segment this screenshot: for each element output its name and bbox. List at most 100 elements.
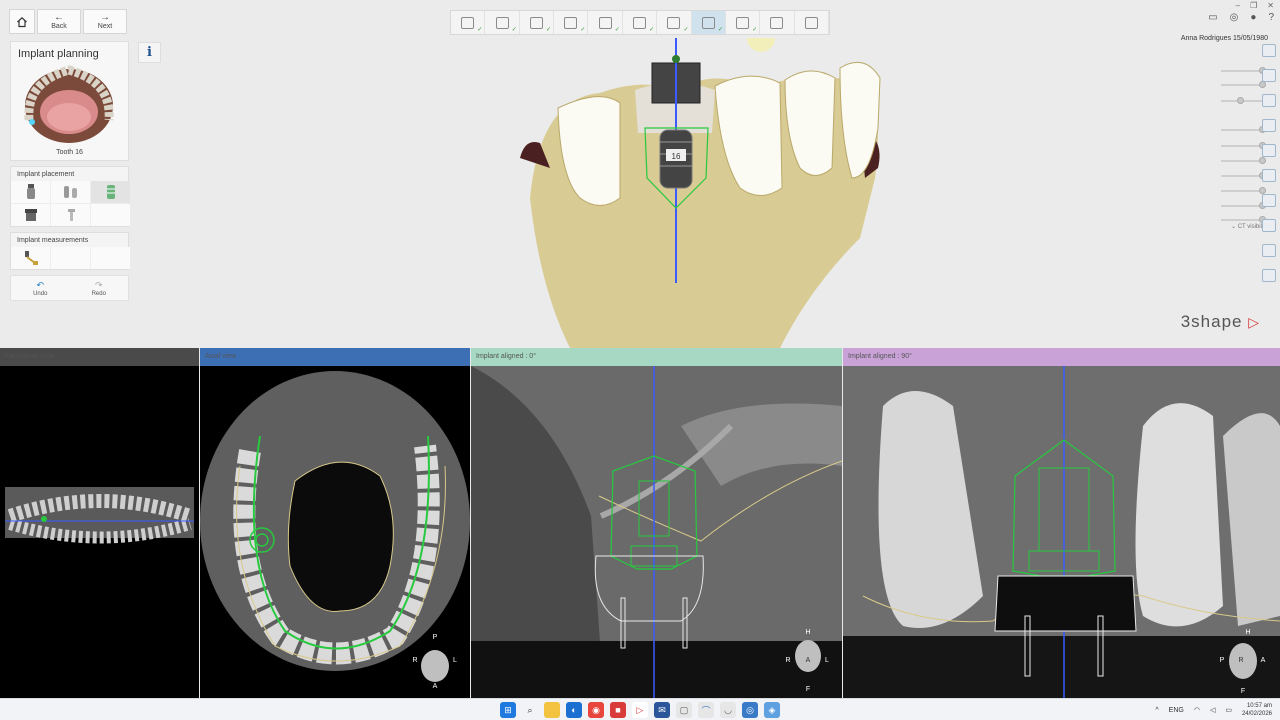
taskbar: ⊞ ⌕ ◐ ◉ ■ ▷ ✉ ▢ ⌒ ◡ ◎ ◈ ^ ENG ◠ ◁ ▭ 10:5…	[0, 698, 1280, 720]
patient-info: Anna Rodrigues 15/05/1980	[1180, 35, 1268, 42]
abutment-tool[interactable]	[11, 204, 50, 226]
speaker-icon[interactable]: ◁	[1210, 706, 1215, 714]
home-button[interactable]	[9, 9, 35, 34]
view-buttons	[1262, 44, 1276, 282]
step-segmentation[interactable]: ✓	[520, 11, 555, 34]
battery-icon[interactable]: ▭	[1225, 706, 1232, 714]
implant-aligned-90-view[interactable]: Implant aligned : 90° H P A R F	[843, 348, 1280, 698]
undo-button[interactable]: ↶ Undo	[33, 280, 47, 297]
3d-implant-view[interactable]: 16	[480, 38, 900, 348]
redo-label: Redo	[91, 290, 106, 297]
panoramic-image[interactable]	[0, 366, 199, 698]
screen-icon[interactable]: ▭	[1208, 12, 1217, 23]
slider-knob[interactable]	[1237, 97, 1244, 104]
view-top-button[interactable]	[1262, 144, 1276, 157]
chevron-up-icon[interactable]: ^	[1155, 707, 1158, 714]
implant-aligned-0-view[interactable]: Implant aligned : 0° H R L A F	[471, 348, 842, 698]
anchor-pin-tool[interactable]	[51, 204, 90, 226]
aligned-90-image[interactable]: H P A R F	[843, 366, 1280, 698]
step-scan-import[interactable]: ✓	[485, 11, 520, 34]
jaw-thumbnail[interactable]	[11, 62, 128, 144]
implant-planning-icon	[701, 16, 715, 29]
outlook-icon[interactable]: ✉	[654, 702, 670, 718]
top-right-icons: ▭ ◎ ● ?	[1208, 12, 1274, 23]
dental-system-icon[interactable]: ◈	[764, 702, 780, 718]
language-indicator[interactable]: ENG	[1169, 707, 1184, 714]
check-icon: ✓	[477, 27, 483, 33]
multi-implant-tool[interactable]	[51, 181, 90, 203]
panoramic-header: Panoramic view	[0, 348, 199, 366]
implant-measurements-title: Implant measurements	[11, 233, 128, 247]
view-bottom-button[interactable]	[1262, 169, 1276, 182]
undo-label: Undo	[33, 290, 48, 297]
start-icon[interactable]: ⊞	[500, 702, 516, 718]
view-front-button[interactable]	[1262, 44, 1276, 57]
view-occlusal-button[interactable]	[1262, 194, 1276, 207]
step-nerve-marking[interactable]: ✓	[623, 11, 658, 34]
axial-image[interactable]: P R L A	[200, 366, 470, 698]
snapshot-button[interactable]	[1262, 244, 1276, 257]
next-button[interactable]: → Next	[83, 9, 127, 34]
implant-studio-icon[interactable]: ◎	[742, 702, 758, 718]
segmentation-icon	[529, 16, 543, 29]
clock[interactable]: 10:57 am 24/02/2026	[1242, 702, 1272, 718]
edge-icon[interactable]: ◐	[566, 702, 582, 718]
step-guide-design[interactable]: ✓	[726, 11, 761, 34]
implant-measurements-card: Implant measurements	[10, 232, 130, 270]
place-implant-tool[interactable]	[11, 181, 50, 203]
implant-library-tool[interactable]	[91, 181, 130, 203]
orientation-bottom: A	[433, 683, 438, 690]
empty-tool-slot	[91, 204, 130, 226]
view-left-button[interactable]	[1262, 94, 1276, 107]
step-order-form[interactable]: ✓	[451, 11, 486, 34]
user-icon[interactable]: ●	[1250, 12, 1256, 23]
check-icon: ✓	[546, 27, 552, 33]
wifi-icon[interactable]: ◠	[1194, 706, 1200, 714]
close-button[interactable]: ✕	[1267, 1, 1274, 10]
cursor-highlight	[747, 38, 775, 52]
aligned-0-header: Implant aligned : 0°	[471, 348, 842, 366]
order-form-icon	[461, 16, 475, 29]
info-button[interactable]: i	[138, 42, 161, 63]
step-implant-planning[interactable]: ✓	[691, 11, 726, 34]
view-right-button[interactable]	[1262, 119, 1276, 132]
folder-icon[interactable]	[544, 702, 560, 718]
view-back-button[interactable]	[1262, 69, 1276, 82]
panel-title: Implant planning	[18, 48, 99, 60]
camera-icon[interactable]: ◎	[1230, 12, 1239, 23]
minimize-button[interactable]: –	[1236, 1, 1240, 10]
step-tooth-design[interactable]: ✓	[588, 11, 623, 34]
settings-button[interactable]	[1262, 269, 1276, 282]
aligned-0-image[interactable]: H R L A F	[471, 366, 842, 698]
measurement-tools	[11, 247, 130, 269]
undo-icon: ↶	[36, 279, 45, 290]
slider-track	[1221, 190, 1262, 192]
step-crown-setup[interactable]: ✓	[657, 11, 692, 34]
light-bulb-button[interactable]	[1262, 219, 1276, 232]
brand-triangle-icon: ▷	[1248, 314, 1260, 330]
axial-view[interactable]: Axial view P R L A	[200, 348, 470, 698]
restore-button[interactable]: ❐	[1250, 1, 1257, 10]
back-button[interactable]: ← Back	[37, 9, 81, 34]
panoramic-view[interactable]: Panoramic view	[0, 348, 199, 698]
tooth-app-icon[interactable]: ◡	[720, 702, 736, 718]
step-model-alignment[interactable]: ✓	[554, 11, 589, 34]
slider-track	[1221, 70, 1262, 72]
scanner-icon[interactable]: ⌒	[698, 702, 714, 718]
redo-button[interactable]: ↷ Redo	[92, 280, 106, 297]
axis-handle[interactable]	[672, 55, 680, 63]
3d-workspace[interactable]: – ❐ ✕ ← Back → Next Implant planning Too…	[0, 0, 1280, 348]
help-icon[interactable]: ?	[1268, 12, 1274, 23]
window-icon[interactable]: ▢	[676, 702, 692, 718]
step-sleeve-setup[interactable]	[760, 11, 795, 34]
taskbar-apps: ⊞ ⌕ ◐ ◉ ■ ▷ ✉ ▢ ⌒ ◡ ◎ ◈	[500, 702, 780, 718]
clock-time: 10:57 am	[1246, 703, 1272, 709]
recorder-icon[interactable]: ■	[610, 702, 626, 718]
3shape-taskbar-icon[interactable]: ▷	[632, 702, 648, 718]
chrome-icon[interactable]: ◉	[588, 702, 604, 718]
search-icon[interactable]: ⌕	[522, 702, 538, 718]
orientation-right: L	[453, 657, 457, 664]
left-panel: Implant planning Tooth 16 Implant placem…	[10, 41, 130, 301]
measure-distance-tool[interactable]	[11, 247, 50, 269]
step-export[interactable]	[795, 11, 829, 34]
